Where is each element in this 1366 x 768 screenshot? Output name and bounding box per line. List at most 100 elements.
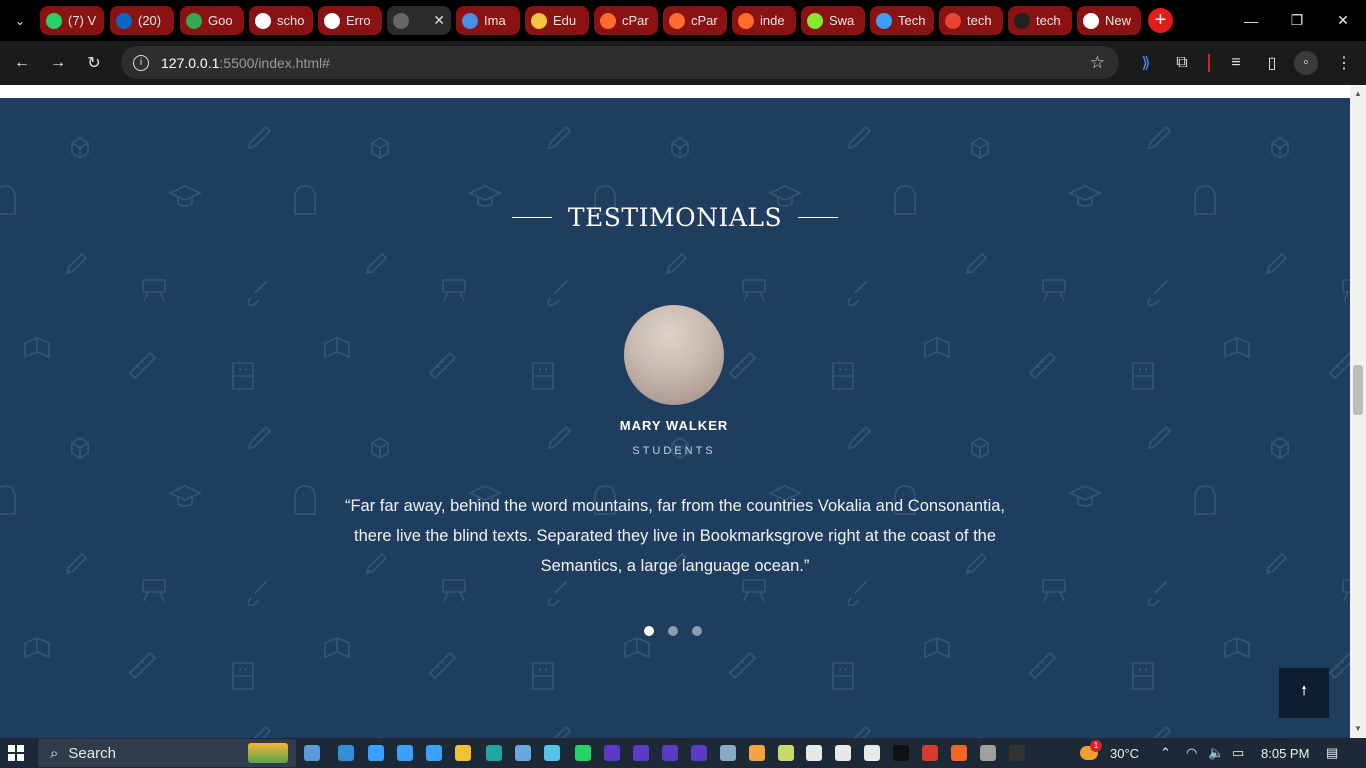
- carousel-dot[interactable]: [644, 626, 654, 636]
- browser-tab[interactable]: Edu: [525, 6, 589, 35]
- browser-tab[interactable]: Goo: [180, 6, 244, 35]
- profile-avatar-icon[interactable]: ◦: [1294, 51, 1318, 75]
- taskbar-search[interactable]: ⌕ Search: [38, 739, 296, 767]
- extension-read-aloud-icon[interactable]: ⟫: [1134, 51, 1158, 75]
- reload-icon[interactable]: ↻: [82, 51, 106, 75]
- gmail-icon: [945, 12, 961, 29]
- browser-tab[interactable]: (20): [110, 6, 174, 35]
- media-control-icon[interactable]: ≡: [1224, 51, 1248, 75]
- desktop-app-icon[interactable]: [338, 745, 354, 761]
- swagger-icon: [807, 12, 823, 29]
- carousel-dots: [644, 626, 702, 636]
- bookmark-star-icon[interactable]: ☆: [1090, 53, 1105, 73]
- scroll-up-arrow[interactable]: ▲: [1350, 87, 1366, 101]
- browser-tab[interactable]: cPar: [594, 6, 658, 35]
- battery-icon[interactable]: ▭: [1232, 738, 1244, 768]
- pdf-reader-icon[interactable]: [922, 745, 938, 761]
- tab-title: cPar: [622, 13, 649, 28]
- browser-toolbar: ← → ↻ i 127.0.0.1:5500/index.html# ☆ ⟫ ⧉…: [0, 41, 1366, 85]
- web-page: TESTIMONIALS MARY WALKER STUDENTS “Far f…: [0, 85, 1350, 738]
- taskbar-search-label: Search: [68, 744, 116, 762]
- edu-icon: [531, 12, 547, 29]
- new-tab-button[interactable]: +: [1148, 8, 1173, 33]
- browser-tab[interactable]: Swa: [801, 6, 865, 35]
- url-path: :5500/index.html#: [219, 54, 330, 71]
- browser-tab[interactable]: inde: [732, 6, 796, 35]
- forward-icon[interactable]: →: [46, 51, 70, 75]
- browser-tab[interactable]: Erro: [318, 6, 382, 35]
- image-icon: [462, 12, 478, 29]
- extensions-puzzle-icon[interactable]: ⧉: [1170, 51, 1194, 75]
- windows-start-icon[interactable]: [8, 745, 24, 761]
- control-panel-icon[interactable]: [515, 745, 531, 761]
- browser-tab[interactable]: Tech: [870, 6, 934, 35]
- address-bar[interactable]: i 127.0.0.1:5500/index.html# ☆: [121, 46, 1119, 79]
- vscode-icon[interactable]: [397, 745, 413, 761]
- chrome-icon[interactable]: [835, 745, 851, 761]
- intellij-icon[interactable]: [691, 745, 707, 761]
- image-viewer-icon[interactable]: [720, 745, 736, 761]
- google-icon: [324, 12, 340, 29]
- tab-title: New: [1105, 13, 1132, 28]
- temperature: 30°C: [1110, 745, 1140, 761]
- pycharm-icon[interactable]: [893, 745, 909, 761]
- browser-tab[interactable]: (7) V: [40, 6, 104, 35]
- file-explorer-icon[interactable]: [455, 745, 471, 761]
- scroll-thumb[interactable]: [1353, 365, 1363, 415]
- tab-title: cPar: [691, 13, 718, 28]
- menu-kebab-icon[interactable]: ⋮: [1332, 51, 1356, 75]
- intellij-icon[interactable]: [604, 745, 620, 761]
- minimize-button[interactable]: —: [1228, 0, 1274, 41]
- browser-tab[interactable]: cPar: [663, 6, 727, 35]
- browser-tab[interactable]: tech: [1008, 6, 1072, 35]
- network-icon[interactable]: ◠: [1186, 738, 1197, 768]
- close-tab-icon[interactable]: ✕: [433, 12, 445, 29]
- restore-button[interactable]: ❐: [1274, 0, 1320, 41]
- chrome-icon[interactable]: [864, 745, 880, 761]
- scroll-down-arrow[interactable]: ▼: [1350, 722, 1366, 736]
- tab-title: Swa: [829, 13, 855, 28]
- notification-icon[interactable]: ▤: [1326, 738, 1338, 768]
- page-scrollbar[interactable]: ▲ ▼: [1350, 85, 1366, 738]
- back-icon[interactable]: ←: [10, 51, 34, 75]
- edge-icon[interactable]: [486, 745, 502, 761]
- globe-icon: [393, 12, 409, 29]
- vscode-icon[interactable]: [426, 745, 442, 761]
- tab-title: Edu: [553, 13, 577, 28]
- task-view-icon[interactable]: [304, 745, 320, 761]
- github-icon: [1014, 12, 1030, 29]
- intellij-icon[interactable]: [662, 745, 678, 761]
- clock[interactable]: 8:05 PM: [1261, 738, 1309, 768]
- volume-icon[interactable]: 🔈: [1208, 738, 1224, 768]
- tab-title: (20): [138, 13, 162, 28]
- browser-tab[interactable]: scho: [249, 6, 313, 35]
- browser-tab[interactable]: tech: [939, 6, 1003, 35]
- carousel-dot[interactable]: [692, 626, 702, 636]
- tab-search-button[interactable]: ⌄: [0, 0, 40, 41]
- vscode-icon[interactable]: [368, 745, 384, 761]
- browser-tab[interactable]: New: [1077, 6, 1141, 35]
- url-host: 127.0.0.1: [161, 54, 220, 71]
- site-info-icon[interactable]: i: [133, 54, 149, 71]
- browser-tab[interactable]: ✕: [387, 6, 451, 35]
- browser-tab[interactable]: Ima: [456, 6, 520, 35]
- tab-title: Goo: [208, 13, 233, 28]
- close-window-button[interactable]: ✕: [1320, 0, 1366, 41]
- app-icon[interactable]: [749, 745, 765, 761]
- back-to-top-button[interactable]: 🠕: [1279, 668, 1329, 718]
- search-highlight-image: [248, 743, 288, 763]
- notepad-icon[interactable]: [544, 745, 560, 761]
- whatsapp-icon[interactable]: [575, 745, 591, 761]
- intellij-icon[interactable]: [633, 745, 649, 761]
- settings-icon[interactable]: [980, 745, 996, 761]
- side-panel-icon[interactable]: ▯: [1260, 51, 1284, 75]
- carousel-dot[interactable]: [668, 626, 678, 636]
- tab-title: scho: [277, 13, 305, 28]
- notepad-plus-icon[interactable]: [778, 745, 794, 761]
- postman-icon[interactable]: [951, 745, 967, 761]
- terminal-icon[interactable]: [1009, 745, 1025, 761]
- chrome-icon[interactable]: [806, 745, 822, 761]
- weather-widget[interactable]: 1 30°C: [1080, 738, 1139, 768]
- search-icon: ⌕: [50, 744, 59, 762]
- tray-chevron-icon[interactable]: ⌃: [1160, 738, 1171, 768]
